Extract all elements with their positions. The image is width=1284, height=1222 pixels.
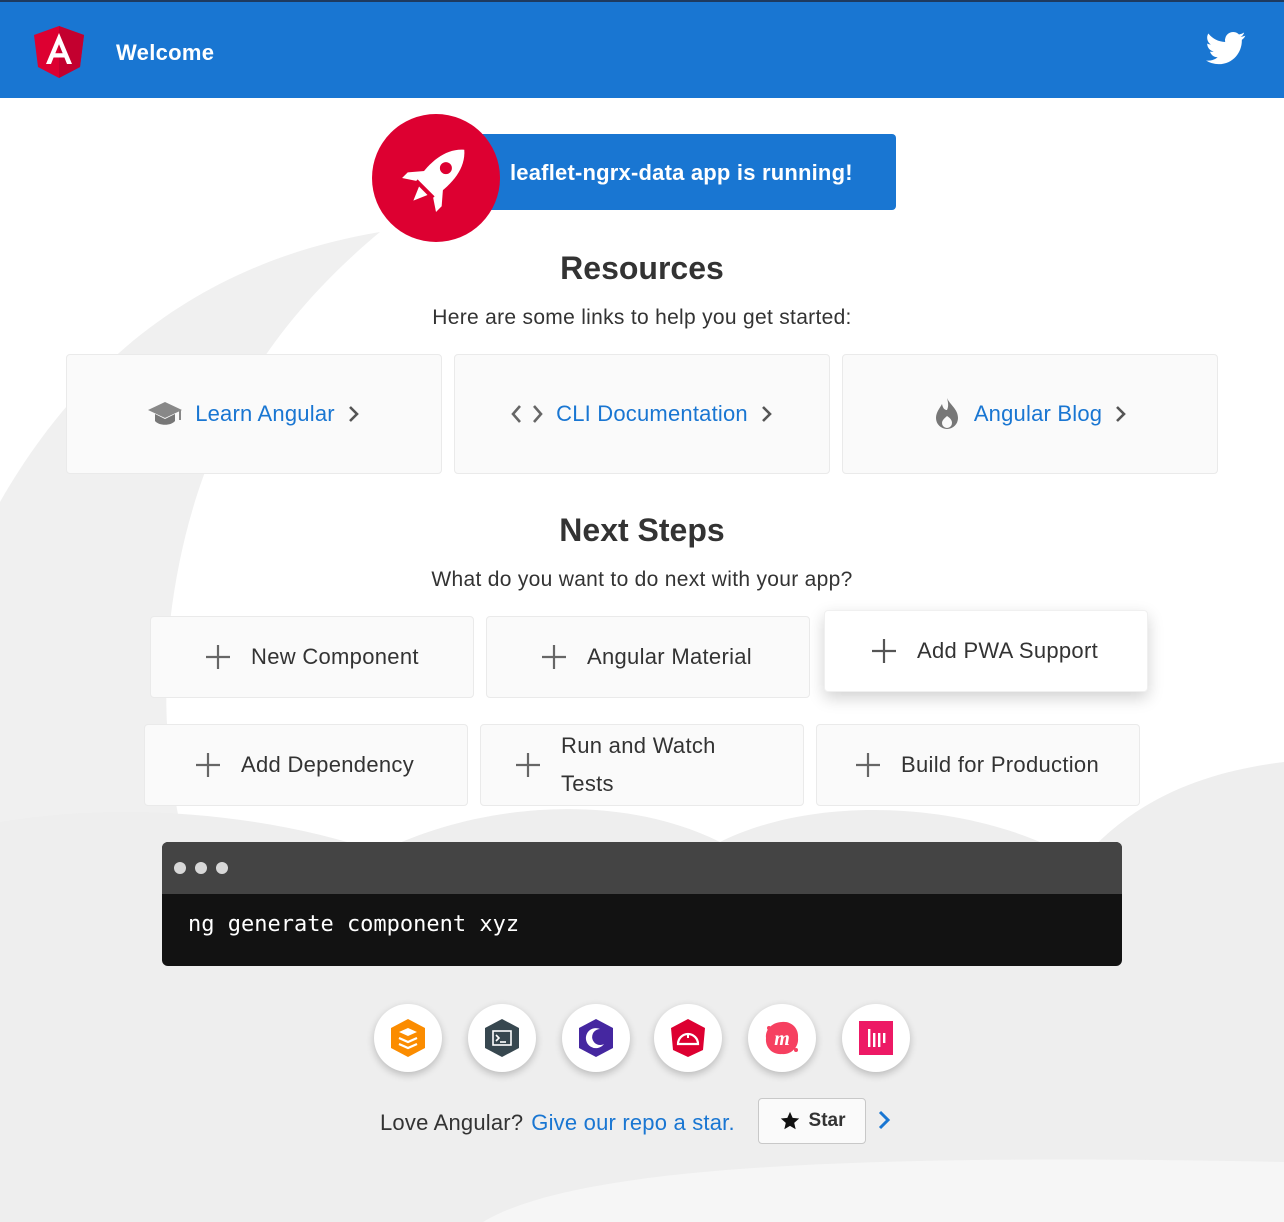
graduation-cap-icon [148,402,183,425]
gitter-link[interactable] [842,1004,910,1072]
add-pwa-support-card[interactable]: Add PWA Support [824,610,1148,692]
step-label: Run and Watch Tests [561,733,716,796]
next-steps-heading: Next Steps [559,512,725,548]
angular-blog-label: Angular Blog [973,401,1103,426]
next-steps-subheading: What do you want to do next with your ap… [431,568,853,591]
augury-icon [579,1019,613,1057]
plus-icon [196,753,220,777]
meetup-icon: m [765,1021,799,1055]
gitter-icon [859,1021,893,1055]
cli-icon [485,1019,519,1057]
love-angular-text: Love Angular? [380,1110,524,1135]
run-and-watch-tests-card[interactable]: Run and Watch Tests [480,724,804,806]
step-label: Build for Production [901,752,1099,777]
animations-link[interactable] [374,1004,442,1072]
rocket-badge [372,114,500,242]
angular-logo-icon [34,26,84,78]
chevron-right-icon [348,406,359,422]
step-label: New Component [251,644,419,669]
plus-icon [516,753,540,777]
chevron-right-icon [1116,406,1127,422]
terminal-command: ng generate component xyz [188,912,520,937]
toolbar-title: Welcome [116,40,215,65]
terminal-window: ng generate component xyz [162,842,1122,966]
star-button-label: Star [808,1110,846,1131]
flame-icon [935,398,958,429]
learn-angular-label: Learn Angular [195,401,335,426]
new-component-card[interactable]: New Component [150,616,474,698]
twitter-icon[interactable] [1204,28,1248,68]
protractor-link[interactable] [654,1004,722,1072]
cli-documentation-label: CLI Documentation [556,401,748,426]
plus-icon [872,639,896,663]
build-for-production-card[interactable]: Build for Production [816,724,1140,806]
star-button[interactable]: Star [758,1098,866,1144]
star-icon [780,1111,799,1130]
repo-star-link[interactable]: Give our repo a star. [531,1110,735,1136]
main-content: leaflet-ngrx-data app is running! Resour… [0,98,1284,1222]
rocket-icon [402,149,465,212]
step-label: Angular Material [587,644,752,669]
svg-text:m: m [774,1028,790,1050]
plus-icon [206,645,230,669]
resources-heading: Resources [560,250,724,286]
terminal-title-bar [162,842,1122,894]
window-dot-icon [195,862,207,874]
learn-angular-card[interactable]: Learn Angular [66,354,442,474]
augury-link[interactable] [562,1004,630,1072]
plus-icon [856,753,880,777]
top-toolbar: Welcome [0,2,1284,98]
add-dependency-card[interactable]: Add Dependency [144,724,468,806]
window-dot-icon [216,862,228,874]
app-root: Welcome leaflet-ngrx-data app is running… [0,0,1284,1222]
window-dot-icon [174,862,186,874]
footer-line: Love Angular? Give our repo a star. [380,1102,735,1144]
plus-icon [542,645,566,669]
resources-subheading: Here are some links to help you get star… [432,306,852,329]
animations-icon [391,1019,425,1057]
code-brackets-icon [511,405,543,423]
chevron-right-icon [761,406,772,422]
protractor-icon [671,1019,705,1057]
angular-blog-card[interactable]: Angular Blog [842,354,1218,474]
running-banner-text: leaflet-ngrx-data app is running! [510,160,853,185]
chevron-right-icon[interactable] [874,1108,896,1132]
cli-documentation-card[interactable]: CLI Documentation [454,354,830,474]
cli-link[interactable] [468,1004,536,1072]
step-label: Add PWA Support [917,638,1099,663]
meetup-link[interactable]: m [748,1004,816,1072]
step-label: Add Dependency [241,752,414,777]
angular-material-card[interactable]: Angular Material [486,616,810,698]
